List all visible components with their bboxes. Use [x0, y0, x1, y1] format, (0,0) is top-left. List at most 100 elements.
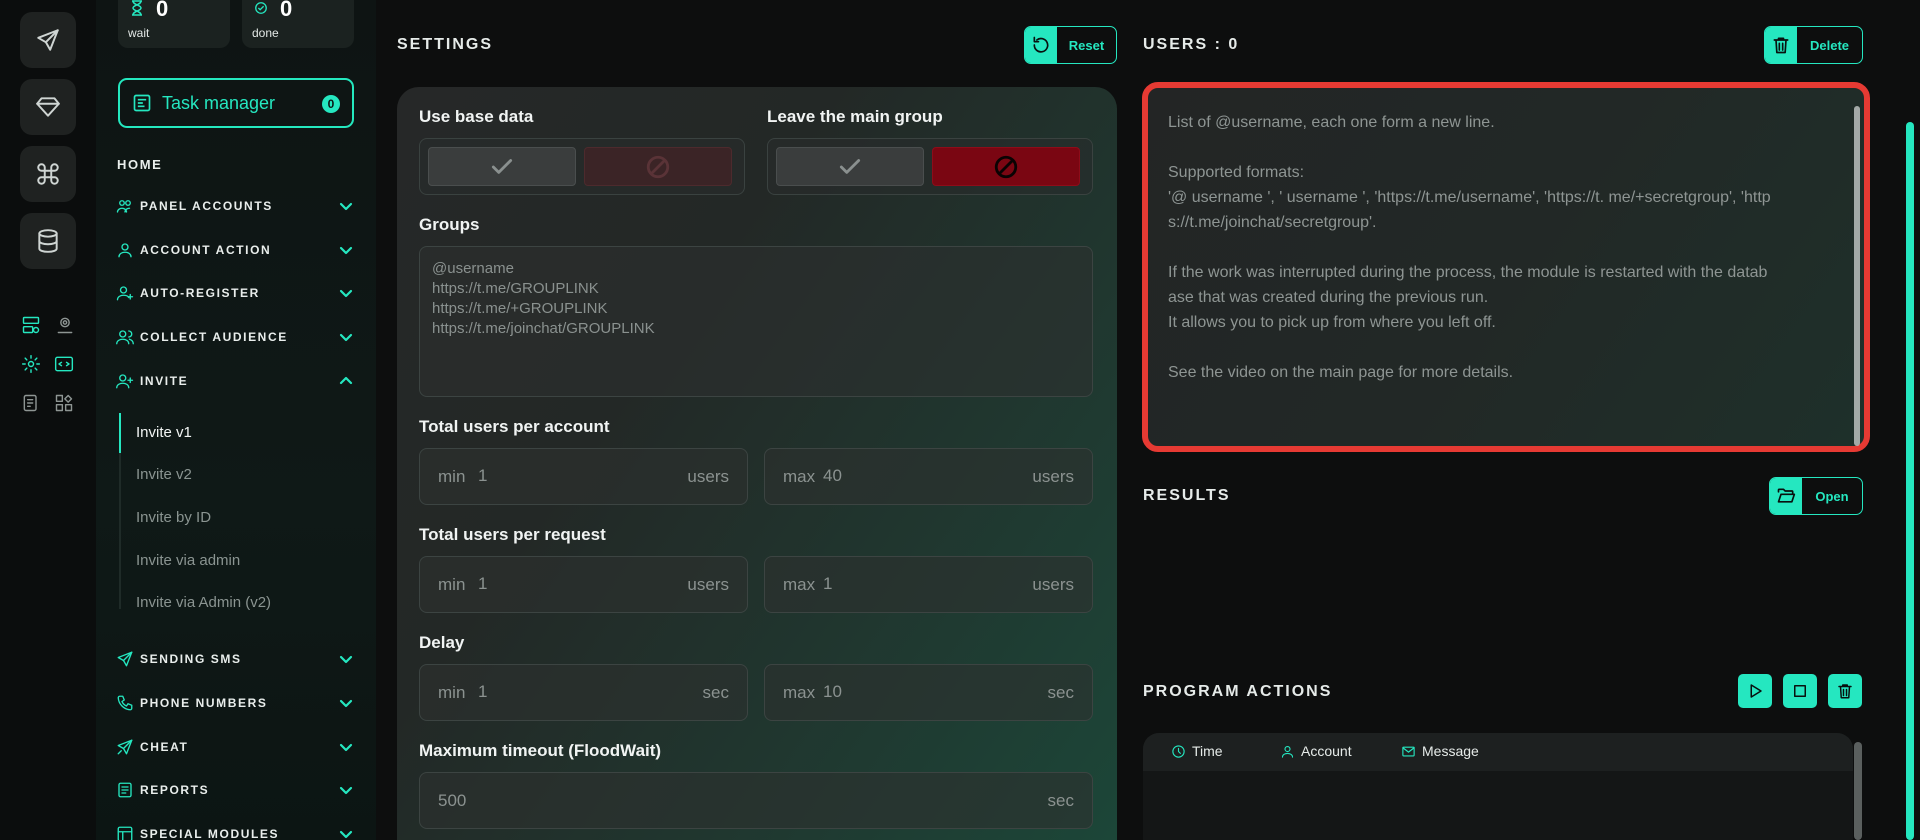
subnav-invite-via-admin-v2[interactable]: Invite via Admin (v2)	[136, 594, 271, 611]
delay-label: Delay	[419, 633, 465, 652]
users-per-request-label: Total users per request	[419, 525, 606, 544]
code-window-icon[interactable]	[52, 352, 76, 376]
delay-min-input[interactable]: min 1 sec	[419, 664, 748, 721]
chevron-down-icon[interactable]	[338, 329, 354, 345]
open-label: Open	[1815, 488, 1849, 504]
task-manager-count: 0	[322, 95, 340, 113]
invite-subnav-active-marker	[119, 413, 121, 453]
nav-label: CHEAT	[140, 740, 189, 754]
nav-item-cheat[interactable]: CHEAT	[116, 736, 354, 758]
task-manager-label: Task manager	[162, 92, 276, 113]
notes-icon[interactable]	[19, 391, 43, 415]
users-textarea[interactable]: List of @username, each one form a new l…	[1142, 82, 1870, 452]
nav-item-invite[interactable]: INVITE	[116, 370, 354, 392]
groups-placeholder-line: @username	[432, 260, 514, 277]
settings-gear-icon[interactable]	[19, 352, 43, 376]
subnav-invite-by-id[interactable]: Invite by ID	[136, 509, 211, 526]
min-prefix: min	[438, 467, 466, 486]
unit-label: sec	[1047, 791, 1074, 810]
nav-item-panel-accounts[interactable]: PANEL ACCOUNTS	[116, 195, 354, 217]
send-icon[interactable]	[20, 12, 76, 68]
chevron-down-icon[interactable]	[338, 782, 354, 798]
use-base-data-no-button[interactable]	[584, 147, 732, 186]
users-icon	[116, 197, 134, 215]
users-per-request-max-input[interactable]: max 1 users	[764, 556, 1093, 613]
nav-item-reports[interactable]: REPORTS	[116, 779, 354, 801]
users-placeholder-line: ase that was created during the previous…	[1168, 289, 1489, 306]
groups-textarea[interactable]: @username https://t.me/GROUPLINK https:/…	[419, 246, 1093, 397]
results-title: RESULTS	[1143, 487, 1231, 504]
chevron-up-icon[interactable]	[338, 373, 354, 389]
stop-icon	[1794, 685, 1806, 697]
reset-button[interactable]: Reset	[1024, 26, 1117, 64]
unit-label: sec	[702, 683, 729, 702]
page-scrollbar[interactable]	[1906, 122, 1914, 840]
log-col-message: Message	[1401, 743, 1479, 759]
nav-home[interactable]: HOME	[117, 157, 162, 172]
check-icon	[491, 158, 513, 174]
task-manager-button[interactable]: Task manager 0	[118, 78, 354, 128]
check-circle-icon	[255, 2, 267, 14]
stat-done-value: 0	[280, 0, 293, 21]
subnav-invite-v2[interactable]: Invite v2	[136, 466, 192, 483]
user-group-icon	[116, 328, 134, 346]
diamond-icon[interactable]	[20, 79, 76, 135]
nav-label: SPECIAL MODULES	[140, 827, 280, 840]
chevron-down-icon[interactable]	[338, 826, 354, 840]
max-prefix: max	[783, 467, 816, 486]
use-base-data-yes-button[interactable]	[428, 147, 576, 186]
clear-log-button[interactable]	[1828, 674, 1862, 708]
trash-icon	[1765, 27, 1797, 63]
database-icon[interactable]	[20, 213, 76, 269]
unit-label: users	[687, 467, 729, 486]
play-button[interactable]	[1738, 674, 1772, 708]
chevron-down-icon[interactable]	[338, 739, 354, 755]
users-scrollbar[interactable]	[1854, 106, 1860, 446]
server-settings-icon[interactable]	[19, 313, 43, 337]
user-invite-icon	[116, 372, 134, 390]
nav-item-collect-audience[interactable]: COLLECT AUDIENCE	[116, 326, 354, 348]
chevron-down-icon[interactable]	[338, 695, 354, 711]
leave-main-group-no-button[interactable]	[932, 147, 1080, 186]
chevron-down-icon[interactable]	[338, 242, 354, 258]
log-header: Time Account Message	[1143, 733, 1853, 771]
min-prefix: min	[438, 575, 466, 594]
unit-label: users	[1032, 467, 1074, 486]
widgets-icon[interactable]	[52, 391, 76, 415]
nav-label: REPORTS	[140, 783, 210, 797]
nav-item-special-modules[interactable]: SPECIAL MODULES	[116, 823, 354, 840]
nav-item-account-action[interactable]: ACCOUNT ACTION	[116, 239, 354, 261]
max-timeout-label: Maximum timeout (FloodWait)	[419, 741, 662, 760]
chevron-down-icon[interactable]	[338, 198, 354, 214]
users-placeholder-line: s://t.me/joinchat/secretgroup'.	[1168, 214, 1377, 231]
command-icon[interactable]	[20, 146, 76, 202]
main-content: SETTINGS Reset Use base data Leave the m…	[376, 0, 1920, 840]
subnav-invite-via-admin[interactable]: Invite via admin	[136, 552, 240, 569]
chevron-down-icon[interactable]	[338, 651, 354, 667]
log-scrollbar[interactable]	[1854, 742, 1862, 840]
nav-label: INVITE	[140, 374, 189, 388]
users-per-account-max-input[interactable]: max 40 users	[764, 448, 1093, 505]
nav-item-auto-register[interactable]: AUTO-REGISTER	[116, 282, 354, 304]
user-location-icon[interactable]	[53, 313, 77, 337]
users-per-account-min-input[interactable]: min 1 users	[419, 448, 748, 505]
nav-label: SENDING SMS	[140, 652, 242, 666]
groups-placeholder-line: https://t.me/joinchat/GROUPLINK	[432, 320, 655, 337]
leave-main-group-yes-button[interactable]	[776, 147, 924, 186]
phone-icon	[116, 694, 134, 712]
delay-max-input[interactable]: max 10 sec	[764, 664, 1093, 721]
users-per-request-min-input[interactable]: min 1 users	[419, 556, 748, 613]
log-col-label: Account	[1301, 743, 1352, 759]
stop-button[interactable]	[1783, 674, 1817, 708]
subnav-invite-v1[interactable]: Invite v1	[136, 424, 192, 441]
open-button[interactable]: Open	[1769, 477, 1863, 515]
stat-wait-label: wait	[128, 26, 150, 40]
max-timeout-input[interactable]: 500 sec	[419, 772, 1093, 829]
stat-done: 0 done	[242, 0, 354, 48]
nav-item-sending-sms[interactable]: SENDING SMS	[116, 648, 354, 670]
chevron-down-icon[interactable]	[338, 285, 354, 301]
delete-button[interactable]: Delete	[1764, 26, 1863, 64]
timeout-value: 500	[438, 791, 467, 810]
nav-item-phone-numbers[interactable]: PHONE NUMBERS	[116, 692, 354, 714]
min-value: 1	[478, 574, 488, 593]
